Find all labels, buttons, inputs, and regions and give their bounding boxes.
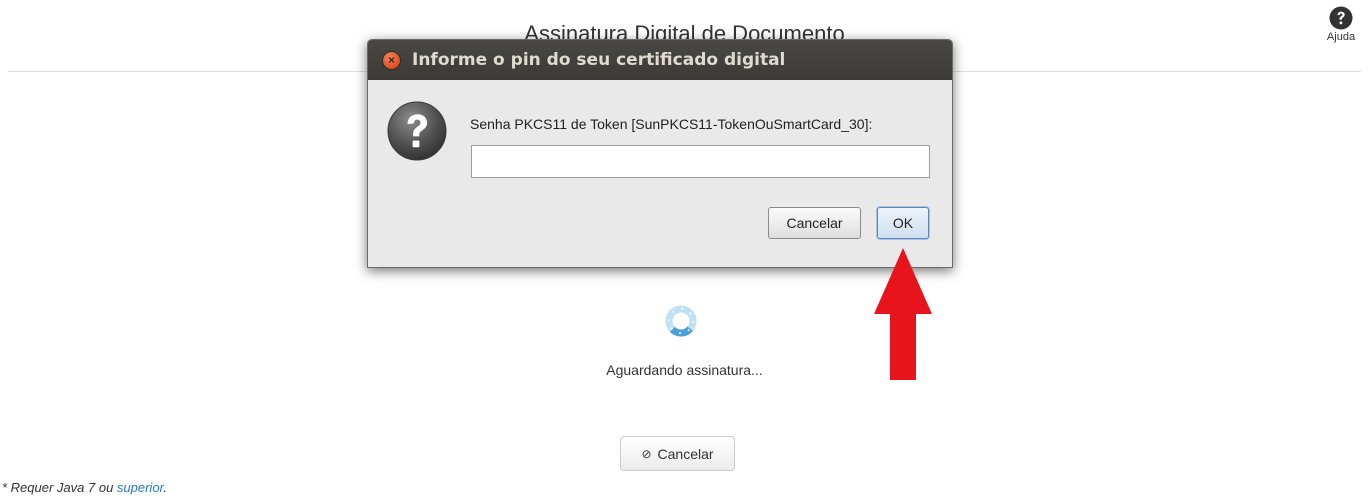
loading-spinner-icon <box>665 305 697 337</box>
question-circle-icon <box>1329 6 1353 30</box>
footer-suffix: . <box>163 480 168 495</box>
question-icon <box>387 101 447 161</box>
java-requirement-note: * Requer Java 7 ou superior. <box>2 480 167 495</box>
dialog-ok-button[interactable]: OK <box>877 207 929 239</box>
status-text: Aguardando assinatura... <box>606 362 763 378</box>
pin-prompt-label: Senha PKCS11 de Token [SunPKCS11-TokenOu… <box>470 116 873 132</box>
page: Assinatura Digital de Documento Ajuda Ca… <box>0 0 1369 498</box>
dialog-title: Informe o pin do seu certificado digital <box>412 50 786 70</box>
pin-input[interactable] <box>471 145 930 178</box>
dialog-titlebar[interactable]: × Informe o pin do seu certificado digit… <box>368 40 952 80</box>
ban-icon: ⊘ <box>641 446 652 461</box>
red-arrow-up-icon <box>874 248 932 380</box>
help-link[interactable]: Ajuda <box>1321 6 1361 43</box>
footer-prefix: * Requer Java 7 ou <box>2 480 117 495</box>
dialog-cancel-button[interactable]: Cancelar <box>768 207 861 239</box>
cancel-signing-label: Cancelar <box>657 445 714 462</box>
cancel-signing-button[interactable]: ⊘ Cancelar <box>620 436 735 471</box>
pin-dialog: × Informe o pin do seu certificado digit… <box>367 39 953 268</box>
superior-link[interactable]: superior <box>117 480 163 495</box>
close-icon[interactable]: × <box>383 51 400 69</box>
help-label: Ajuda <box>1326 31 1356 43</box>
